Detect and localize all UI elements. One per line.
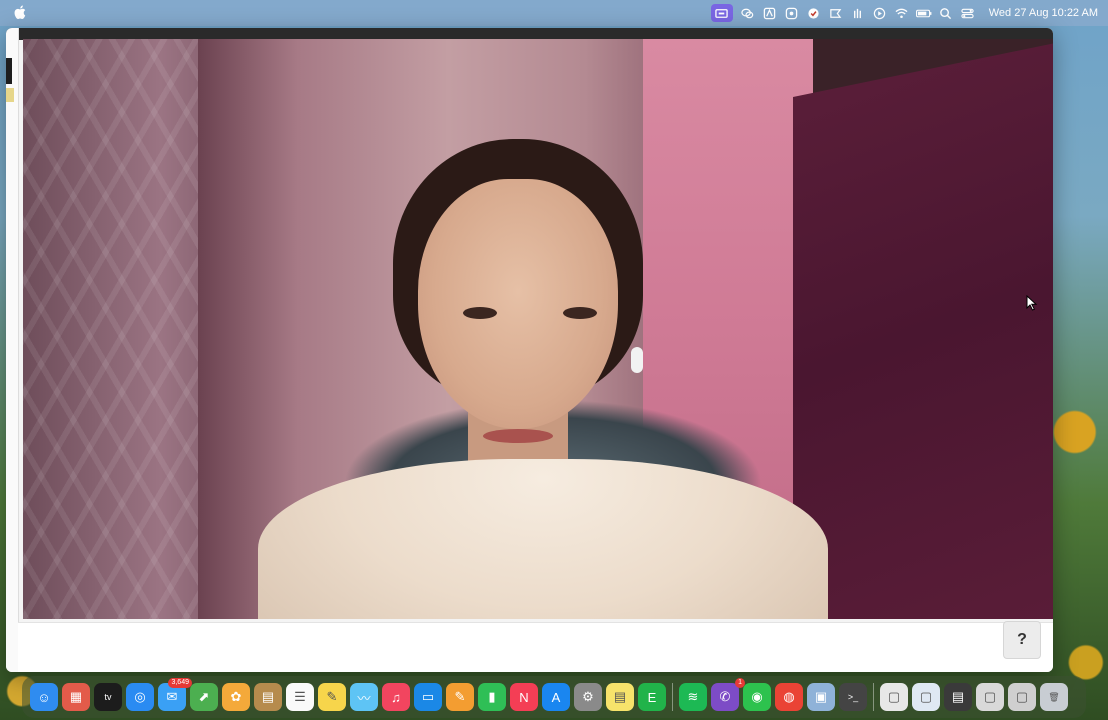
stickies-icon: ▤ (613, 689, 627, 704)
dock-separator (672, 683, 673, 711)
dock-app-evernote[interactable]: E (638, 683, 666, 711)
app-store-icon: A (551, 689, 561, 705)
dock-app-reminders[interactable]: ☰ (286, 683, 314, 711)
safari-icon: ◎ (134, 689, 146, 704)
trash-icon: 🗑 (1048, 691, 1060, 702)
dock-app-system-settings[interactable]: ⚙ (574, 683, 602, 711)
dock-app-chrome[interactable]: ◍ (775, 683, 803, 711)
mail-icon: ✉ (166, 689, 178, 704)
dock-app-apple-tv[interactable]: tv (94, 683, 122, 711)
vpn-icon[interactable] (803, 0, 825, 26)
dock-app-keynote[interactable]: ▭ (414, 683, 442, 711)
music-icon: ♫ (391, 689, 401, 705)
finder-icon: ☺ (37, 689, 51, 705)
window-left-strip (6, 28, 19, 672)
notification-badge: 3,649 (168, 678, 192, 688)
recent-doc-2-icon: ▢ (919, 689, 933, 704)
dock-app-notes[interactable]: ✎ (318, 683, 346, 711)
screen-record-icon[interactable] (710, 4, 733, 22)
status-area: Wed 27 Aug 10:22 AM (707, 0, 1098, 26)
dock-app-recent-doc-4[interactable]: ▢ (976, 683, 1004, 711)
dock-app-wechat[interactable]: ◉ (743, 683, 771, 711)
search-icon[interactable] (935, 0, 957, 26)
launchpad-icon: ▦ (69, 689, 83, 704)
app-window: ? (6, 28, 1053, 672)
system-settings-icon: ⚙ (582, 689, 594, 704)
pages-icon: ✎ (454, 689, 466, 704)
dock-app-news[interactable]: N (510, 683, 538, 711)
photos-icon: ✿ (230, 689, 242, 704)
window-bottom-bar (18, 622, 1053, 672)
evernote-icon: E (647, 689, 657, 705)
dock-app-viber[interactable]: ✆ 1 (711, 678, 745, 711)
recorder-icon[interactable] (825, 0, 847, 26)
wechat-icon[interactable] (737, 0, 759, 26)
dock-app-launchpad[interactable]: ▦ (62, 683, 90, 711)
help-button[interactable]: ? (1003, 621, 1041, 659)
recent-doc-4-icon: ▢ (983, 689, 997, 704)
dock-app-mail[interactable]: ✉ 3,649 (158, 678, 192, 711)
dock-app-finder[interactable]: ☺ (30, 683, 58, 711)
control-center-icon[interactable] (957, 0, 979, 26)
apple-menu-icon[interactable] (14, 5, 27, 20)
dock-app-numbers[interactable]: ▮ (478, 683, 506, 711)
recent-doc-5-icon: ▢ (1015, 689, 1029, 704)
recent-doc-3-icon: ▤ (951, 689, 965, 704)
notes-brown-icon: ▤ (261, 689, 275, 704)
keynote-icon: ▭ (421, 689, 435, 704)
text-input-icon[interactable] (759, 0, 781, 26)
dock-app-app-store[interactable]: A (542, 683, 570, 711)
maps-icon: ⬈ (198, 689, 210, 704)
viber-icon: ✆ (719, 689, 731, 704)
numbers-icon: ▮ (488, 689, 496, 704)
dock: ☺ ▦ tv ◎ ✉ 3,649 ⬈ ✿ ▤ ☰ ✎ 〰 ♫ ▭ ✎ ▮ N A ⚙ ▤ E ≋ ✆ 1 ◉ ◍ ▣ >_ ▢ ▢ ▤ ▢ ▢ 🗑 (22, 676, 1086, 718)
wechat-icon: ◉ (751, 689, 763, 704)
recent-doc-1-icon: ▢ (887, 689, 901, 704)
dock-app-spotify[interactable]: ≋ (679, 683, 707, 711)
preview-icon: ▣ (814, 689, 828, 704)
dock-app-recent-doc-1[interactable]: ▢ (880, 683, 908, 711)
notes-icon: ✎ (326, 689, 338, 704)
menu-clock[interactable]: Wed 27 Aug 10:22 AM (989, 7, 1098, 19)
camera-video-feed[interactable] (23, 39, 1053, 619)
dock-app-stickies[interactable]: ▤ (606, 683, 634, 711)
dock-app-music[interactable]: ♫ (382, 683, 410, 711)
dock-app-recent-doc-5[interactable]: ▢ (1008, 683, 1036, 711)
news-icon: N (519, 689, 529, 705)
dock-app-terminal[interactable]: >_ (839, 683, 867, 711)
dock-app-preview[interactable]: ▣ (807, 683, 835, 711)
battery-icon[interactable] (913, 0, 935, 26)
dock-separator (873, 683, 874, 711)
dock-app-maps[interactable]: ⬈ (190, 683, 218, 711)
dock-app-recent-doc-3[interactable]: ▤ (944, 683, 972, 711)
mouse-cursor-icon (1026, 295, 1038, 311)
dock-app-pages[interactable]: ✎ (446, 683, 474, 711)
terminal-icon: >_ (847, 692, 859, 702)
clipboard-icon[interactable] (847, 0, 869, 26)
dock-app-photos[interactable]: ✿ (222, 683, 250, 711)
hotspot-icon[interactable] (781, 0, 803, 26)
dock-app-notes-brown[interactable]: ▤ (254, 683, 282, 711)
wifi-icon[interactable] (891, 0, 913, 26)
apple-tv-icon: tv (104, 692, 112, 702)
menu-bar: Wed 27 Aug 10:22 AM (0, 0, 1108, 26)
dock-app-trash[interactable]: 🗑 (1040, 683, 1068, 711)
dock-app-safari[interactable]: ◎ (126, 683, 154, 711)
spotify-icon: ≋ (687, 689, 699, 704)
play-icon[interactable] (869, 0, 891, 26)
chrome-icon: ◍ (783, 689, 795, 704)
dock-app-recent-doc-2[interactable]: ▢ (912, 683, 940, 711)
reminders-icon: ☰ (294, 689, 306, 704)
freeform-icon: 〰 (357, 690, 371, 706)
dock-app-freeform[interactable]: 〰 (350, 683, 378, 711)
